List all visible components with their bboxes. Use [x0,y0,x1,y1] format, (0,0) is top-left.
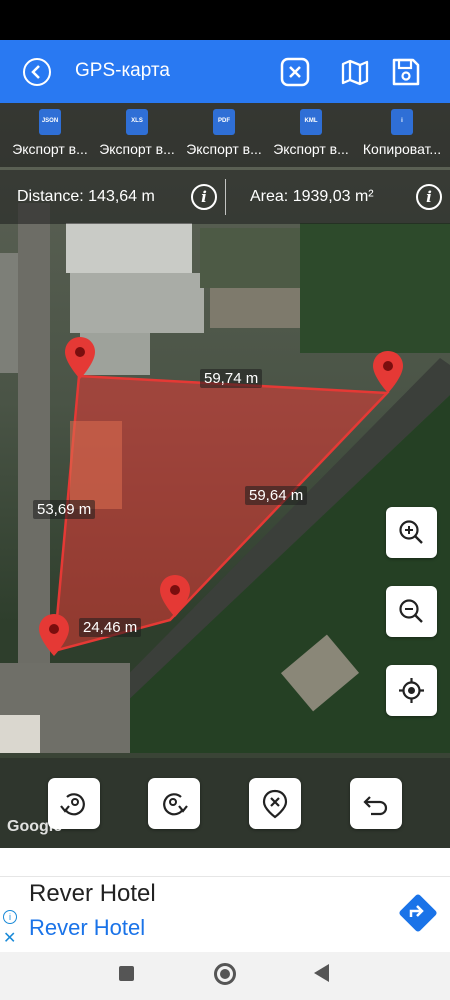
export-pdf-button[interactable]: PDF Экспорт в... [180,109,268,167]
pdf-file-icon: PDF [213,109,235,135]
kml-file-icon: KML [300,109,322,135]
app-bar: GPS-карта [0,40,450,103]
copy-file-icon: i [391,109,413,135]
delete-point-button[interactable] [249,778,301,829]
distance-value: Distance: 143,64 m [17,188,155,205]
bottom-toolbar [0,758,450,848]
json-file-icon: JSON [39,109,61,135]
directions-icon[interactable] [398,893,438,933]
system-nav-bar [0,952,450,1000]
divider [225,179,226,215]
export-xls-button[interactable]: XLS Экспорт в... [93,109,181,167]
segment-label-bottom: 24,46 m [79,618,142,637]
page-title: GPS-карта [75,60,170,81]
ad-info-icon[interactable]: i [3,910,17,924]
segment-label-top: 59,74 m [200,369,263,388]
status-bar [0,0,450,40]
arrow-left-icon [31,65,40,79]
ad-close-icon[interactable]: ✕ [3,928,16,948]
map-pin-marker[interactable] [37,613,71,657]
copy-button[interactable]: i Копироват... [354,109,450,167]
zoom-out-icon [399,599,423,623]
clear-button[interactable] [279,56,311,88]
segment-label-left: 53,69 m [33,500,96,519]
google-watermark: Google [7,818,63,835]
save-icon [392,58,420,86]
undo-icon [363,796,388,816]
rotate-right-button[interactable] [148,778,200,829]
map-pin-marker[interactable] [63,336,97,380]
locate-icon [399,678,424,703]
rotate-right-icon [163,793,188,816]
zoom-in-button[interactable] [386,507,437,558]
recents-button[interactable] [119,966,134,981]
map-pin-marker[interactable] [371,350,405,394]
close-icon [280,57,310,87]
xls-file-icon: XLS [126,109,148,135]
undo-button[interactable] [350,778,402,829]
delete-point-icon [262,789,288,819]
map-type-button[interactable] [339,56,371,88]
zoom-out-button[interactable] [386,586,437,637]
segment-label-right: 59,64 m [245,486,308,505]
map-icon [341,59,369,86]
area-info-icon[interactable]: i [416,184,442,210]
measurement-bar: Distance: 143,64 m i Area: 1939,03 m² i [0,170,450,224]
export-toolbar: JSON Экспорт в... XLS Экспорт в... PDF Э… [0,103,450,167]
ad-link[interactable]: Rever Hotel [29,915,145,941]
distance-info-icon[interactable]: i [191,184,217,210]
area-value: Area: 1939,03 m² [250,188,374,205]
my-location-button[interactable] [386,665,437,716]
back-nav-button[interactable] [314,964,329,982]
save-button[interactable] [390,56,422,88]
map-pin-marker[interactable] [158,574,192,618]
home-button[interactable] [214,963,236,985]
ad-banner[interactable]: Rever Hotel Rever Hotel i ✕ [0,848,450,952]
zoom-in-icon [399,520,423,544]
ad-title[interactable]: Rever Hotel [29,880,156,908]
back-button[interactable] [23,58,51,86]
export-kml-button[interactable]: KML Экспорт в... [267,109,355,167]
rotate-left-icon [60,793,85,816]
export-json-button[interactable]: JSON Экспорт в... [6,109,94,167]
